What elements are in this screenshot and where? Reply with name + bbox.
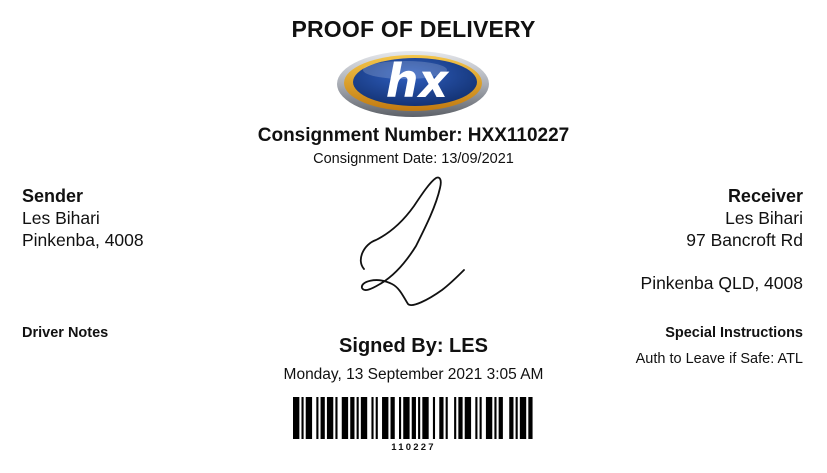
barcode-bar (485, 397, 493, 439)
barcode-bar (498, 397, 503, 439)
barcode-bar (375, 397, 378, 439)
barcode-bar (341, 397, 349, 439)
barcode-bar (350, 397, 355, 439)
sender-heading: Sender (22, 186, 84, 206)
barcode-bar (293, 397, 300, 439)
receiver-name: Les Bihari (725, 208, 803, 228)
barcode-bar (360, 397, 368, 439)
barcode-bar (371, 397, 374, 439)
consignment-number: Consignment Number: HXX110227 (257, 125, 570, 146)
sender-name: Les Bihari (22, 208, 100, 228)
barcode-bar (316, 397, 319, 439)
signed-by: Signed By: LES (339, 335, 488, 357)
barcode-bar (356, 397, 359, 439)
page-title: PROOF OF DELIVERY (291, 16, 536, 42)
barcode-number: 110227 (391, 442, 436, 453)
barcode (293, 397, 533, 444)
signed-datetime: Monday, 13 September 2021 3:05 AM (283, 366, 544, 383)
barcode-bar (528, 397, 533, 439)
receiver-location: Pinkenba QLD, 4008 (640, 273, 803, 293)
logo-text: hx (386, 54, 450, 108)
barcode-bar (403, 397, 410, 439)
receiver-heading: Receiver (727, 186, 803, 206)
barcode-bar (390, 397, 395, 439)
barcode-bar (439, 397, 444, 439)
consignment-date: Consignment Date: 13/09/2021 (313, 151, 514, 167)
barcode-bar (382, 397, 389, 439)
barcode-bar (475, 397, 478, 439)
barcode-bar (432, 397, 436, 439)
barcode-bar (301, 397, 304, 439)
barcode-bar (494, 397, 497, 439)
receiver-street: 97 Bancroft Rd (686, 230, 803, 250)
barcode-bar (479, 397, 482, 439)
barcode-bar (320, 397, 325, 439)
barcode-bar (458, 397, 463, 439)
barcode-bar (515, 397, 518, 439)
sender-location: Pinkenba, 4008 (22, 230, 144, 250)
barcode-bar (399, 397, 402, 439)
barcode-bar (445, 397, 448, 439)
barcode-bar (464, 397, 472, 439)
hx-logo: hx (335, 46, 491, 123)
barcode-bar (335, 397, 338, 439)
barcode-bar (454, 397, 457, 439)
barcode-bar (519, 397, 527, 439)
signature-image (350, 172, 480, 322)
barcode-bar (326, 397, 334, 439)
barcode-bar (411, 397, 416, 439)
barcode-bar (509, 397, 514, 439)
barcode-bar (422, 397, 429, 439)
barcode-bar (305, 397, 313, 439)
barcode-bar (418, 397, 421, 439)
